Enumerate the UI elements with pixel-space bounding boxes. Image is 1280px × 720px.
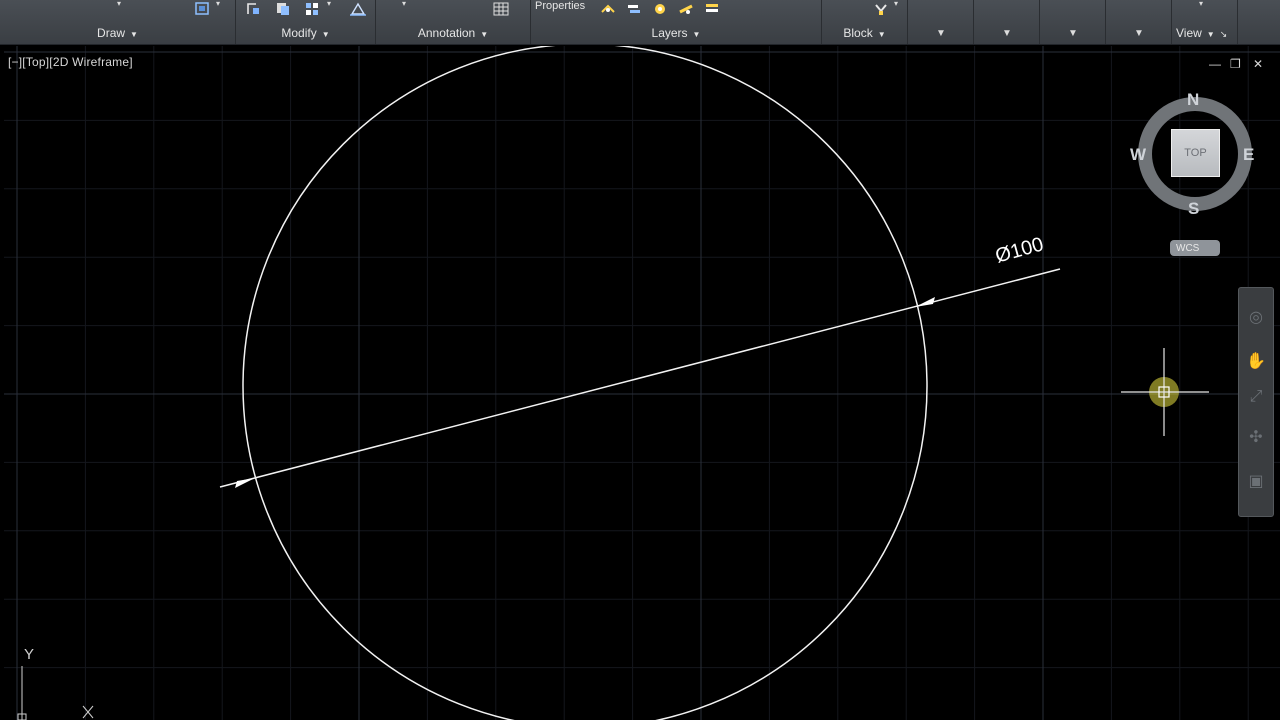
chevron-down-icon[interactable]: ▾ bbox=[216, 0, 220, 8]
panel-view: ▾ View ▼ ↘ bbox=[1172, 0, 1238, 44]
panel-collapsed-1[interactable]: ▼ bbox=[908, 0, 974, 44]
viewport-minimize-button[interactable]: — bbox=[1209, 57, 1221, 71]
layer-state-icon[interactable] bbox=[597, 0, 619, 18]
panel-collapsed-2[interactable]: ▼ bbox=[974, 0, 1040, 44]
layer-match-icon[interactable] bbox=[623, 0, 645, 18]
viewcube-east[interactable]: E bbox=[1243, 145, 1254, 165]
steering-wheel-icon[interactable]: ◎ bbox=[1245, 306, 1267, 328]
stretch-icon[interactable] bbox=[242, 0, 264, 18]
array-icon[interactable] bbox=[302, 0, 324, 18]
dimension-arrow-left bbox=[235, 478, 255, 488]
copy-icon[interactable] bbox=[272, 0, 294, 18]
drawing-canvas[interactable] bbox=[4, 46, 1280, 720]
circle-entity[interactable] bbox=[242, 46, 928, 720]
chevron-down-icon[interactable]: ▾ bbox=[894, 0, 898, 8]
panel-label-layers[interactable]: Layers ▼ bbox=[531, 26, 821, 40]
grid-minor bbox=[4, 46, 1280, 720]
region-icon[interactable] bbox=[190, 0, 214, 18]
panel-label-modify[interactable]: Modify ▼ bbox=[236, 26, 375, 40]
grid-major bbox=[4, 46, 1280, 720]
mirror-icon[interactable] bbox=[346, 0, 370, 18]
crosshair-cursor bbox=[1121, 348, 1209, 436]
panel-label-block[interactable]: Block ▼ bbox=[822, 26, 907, 40]
table-icon[interactable] bbox=[490, 0, 512, 18]
navigation-bar: ◎ ✋ ⤢ ✣ ▣ bbox=[1238, 287, 1274, 517]
panel-label-annotation[interactable]: Annotation ▼ bbox=[376, 26, 530, 40]
chevron-down-icon: ▼ bbox=[1068, 28, 1078, 39]
orbit-icon[interactable]: ✣ bbox=[1245, 426, 1267, 448]
wcs-menu-button[interactable]: WCS bbox=[1170, 240, 1220, 256]
panel-label-draw[interactable]: Draw ▼ bbox=[0, 26, 235, 40]
ribbon: ▾ ▾ Draw ▼ ▾ Modify ▼ ▾ Annotation ▼ Proper… bbox=[0, 0, 1280, 45]
panel-collapsed-4[interactable]: ▼ bbox=[1106, 0, 1172, 44]
panel-layers: Properties Layers ▼ bbox=[531, 0, 822, 44]
dimension-arrow-right bbox=[915, 297, 935, 307]
layer-isolate-icon[interactable] bbox=[701, 0, 723, 18]
showmotion-icon[interactable]: ▣ bbox=[1245, 470, 1267, 492]
viewport-close-button[interactable]: ✕ bbox=[1253, 57, 1263, 71]
dimension-line[interactable] bbox=[219, 268, 1061, 488]
pan-icon[interactable]: ✋ bbox=[1245, 350, 1267, 372]
chevron-down-icon[interactable]: ▾ bbox=[327, 0, 331, 8]
block-editor-icon[interactable] bbox=[870, 0, 892, 18]
ucs-icon bbox=[17, 666, 94, 720]
viewport-restore-button[interactable]: ❐ bbox=[1230, 57, 1241, 71]
chevron-down-icon: ▼ bbox=[1002, 28, 1012, 39]
viewcube-top-face[interactable]: TOP bbox=[1171, 129, 1220, 177]
chevron-down-icon[interactable]: ▾ bbox=[402, 0, 406, 8]
panel-modify: ▾ Modify ▼ bbox=[236, 0, 376, 44]
zoom-extents-icon[interactable]: ⤢ bbox=[1245, 386, 1267, 408]
layer-properties-button[interactable]: Properties bbox=[535, 0, 585, 12]
viewcube-west[interactable]: W bbox=[1130, 145, 1146, 165]
panel-draw: ▾ ▾ Draw ▼ bbox=[0, 0, 236, 44]
panel-label-view[interactable]: View ▼ ↘ bbox=[1172, 26, 1237, 40]
layer-freeze-icon[interactable] bbox=[649, 0, 671, 18]
ucs-y-label: Y bbox=[24, 646, 35, 663]
panel-collapsed-3[interactable]: ▼ bbox=[1040, 0, 1106, 44]
layer-off-icon[interactable] bbox=[675, 0, 697, 18]
viewcube-south[interactable]: S bbox=[1188, 199, 1199, 219]
chevron-down-icon[interactable]: ▾ bbox=[117, 0, 121, 8]
panel-block: ▾ Block ▼ bbox=[822, 0, 908, 44]
viewport-controls-label[interactable]: [−][Top][2D Wireframe] bbox=[8, 55, 133, 69]
chevron-down-icon: ▼ bbox=[1134, 28, 1144, 39]
chevron-down-icon: ▼ bbox=[936, 28, 946, 39]
panel-annotation: ▾ Annotation ▼ bbox=[376, 0, 531, 44]
viewcube-north[interactable]: N bbox=[1187, 90, 1199, 110]
drawing-viewport[interactable] bbox=[4, 46, 1280, 720]
chevron-down-icon[interactable]: ▾ bbox=[1199, 0, 1203, 8]
